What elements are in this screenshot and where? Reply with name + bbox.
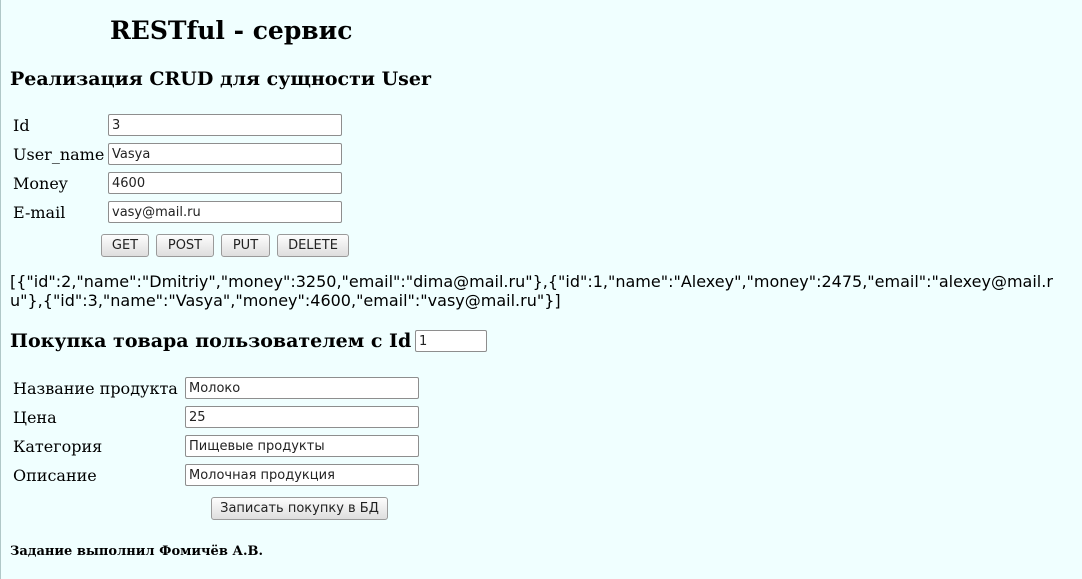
category-input[interactable] [185,435,419,457]
email-input[interactable] [108,201,342,223]
json-output: [{"id":2,"name":"Dmitriy","money":3250,"… [10,272,1053,310]
email-label: E-mail [13,203,66,222]
purchase-header: Покупка товара пользователем с Id [10,330,411,352]
delete-button[interactable]: DELETE [277,234,349,257]
purchase-user-id-input[interactable] [415,330,487,352]
description-input[interactable] [185,464,419,486]
id-label: Id [13,116,30,135]
price-label: Цена [13,408,57,427]
purchase-section-title: Покупка товара пользователем с Id [10,330,412,352]
crud-section-title: Реализация CRUD для сущности User [10,68,431,90]
money-label: Money [13,174,68,193]
money-input[interactable] [108,172,342,194]
id-input[interactable] [108,114,342,136]
get-button[interactable]: GET [101,234,149,257]
category-label: Категория [13,437,103,456]
description-label: Описание [13,466,97,485]
put-button[interactable]: PUT [221,234,270,257]
user-name-input[interactable] [108,143,342,165]
price-input[interactable] [185,406,419,428]
product-name-label: Название продукта [13,379,178,398]
footer-author: Задание выполнил Фомичёв А.В. [10,544,264,559]
product-name-input[interactable] [185,377,419,399]
post-button[interactable]: POST [156,234,214,257]
page-title: RESTful - сервис [110,16,353,45]
save-purchase-button[interactable]: Записать покупку в БД [211,497,388,520]
user-name-label: User_name [13,145,105,164]
